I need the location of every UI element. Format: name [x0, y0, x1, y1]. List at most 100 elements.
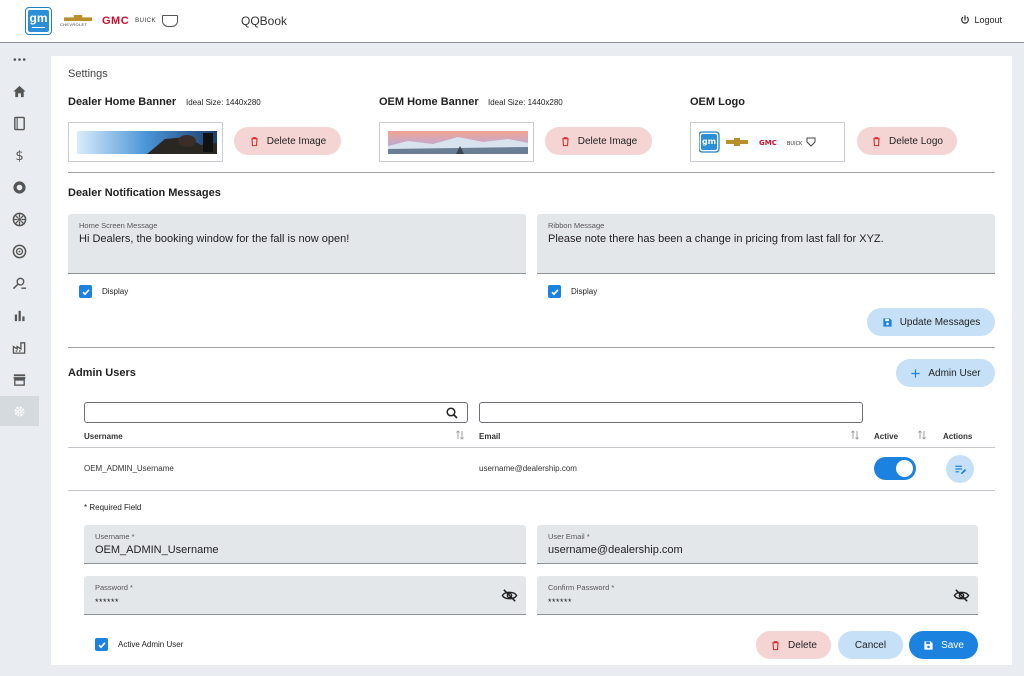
- sidebar-item-store[interactable]: [0, 364, 39, 394]
- sidebar-item-pricing[interactable]: $: [0, 140, 39, 170]
- save-button[interactable]: Save: [909, 631, 978, 659]
- dealer-banner-delete-button[interactable]: Delete Image: [234, 127, 341, 155]
- buick-logo: BUICK: [135, 18, 157, 24]
- cancel-button[interactable]: Cancel: [838, 631, 903, 659]
- table-row[interactable]: OEM_ADMIN_Username username@dealership.c…: [68, 448, 995, 490]
- edit-user-button[interactable]: [946, 455, 974, 483]
- table-row-divider: [68, 490, 995, 491]
- bar-chart-icon: [14, 310, 25, 321]
- update-messages-button[interactable]: Update Messages: [867, 308, 995, 336]
- active-toggle[interactable]: [874, 457, 916, 480]
- sidebar-item-rims[interactable]: [0, 236, 39, 266]
- admin-users-title: Admin Users: [68, 367, 136, 379]
- home-display-checkbox[interactable]: [79, 285, 92, 298]
- home-icon: [13, 85, 26, 97]
- active-admin-checkbox[interactable]: [95, 638, 108, 651]
- oem-banner-title: OEM Home Banner: [379, 96, 479, 108]
- email-value: username@dealership.com: [548, 544, 683, 556]
- confirm-password-field[interactable]: Confirm Password * ******: [537, 576, 978, 615]
- power-icon: [961, 15, 970, 24]
- ribbon-message-caption: Ribbon Message: [548, 221, 605, 230]
- chevrolet-logo: CHEVROLET: [60, 14, 96, 28]
- ribbon-message-field[interactable]: Ribbon Message Please note there has bee…: [537, 214, 995, 274]
- delete-user-label: Delete: [788, 639, 817, 651]
- eye-off-icon[interactable]: [501, 588, 518, 603]
- plus-icon: [911, 368, 920, 378]
- app-title: QQBook: [241, 14, 288, 28]
- svg-text:$: $: [15, 149, 23, 163]
- settings-card: Settings Dealer Home Banner Ideal Size: …: [51, 56, 1012, 665]
- check-icon: [97, 641, 106, 648]
- delete-user-button[interactable]: Delete: [756, 631, 831, 659]
- dealer-banner-delete-label: Delete Image: [266, 135, 327, 147]
- username-field[interactable]: Username * OEM_ADMIN_Username: [84, 525, 526, 564]
- sidebar-item-reports[interactable]: [0, 300, 39, 330]
- home-display-label: Display: [102, 287, 129, 296]
- more-dots-icon: [13, 57, 26, 61]
- ribbon-display-checkbox[interactable]: [548, 285, 561, 298]
- save-icon: [883, 317, 892, 327]
- password-field[interactable]: Password * ******: [84, 576, 526, 615]
- email-field[interactable]: User Email * username@dealership.com: [537, 525, 978, 564]
- oem-banner-delete-label: Delete Image: [577, 135, 638, 147]
- row-username: OEM_ADMIN_Username: [84, 464, 174, 473]
- email-search-input[interactable]: [479, 402, 863, 423]
- settings-icon: [14, 406, 25, 416]
- email-caption: User Email *: [548, 532, 590, 541]
- column-header-actions: Actions: [943, 432, 973, 441]
- dealer-banner-hint: Ideal Size: 1440x280: [186, 98, 261, 107]
- row-email: username@dealership.com: [479, 464, 577, 473]
- dealer-banner-preview: [68, 122, 223, 162]
- active-admin-label: Active Admin User: [118, 640, 184, 649]
- confirm-password-value: ******: [548, 597, 573, 607]
- save-icon: [924, 640, 933, 650]
- sort-icon[interactable]: [917, 429, 927, 441]
- add-admin-user-button[interactable]: Admin User: [896, 359, 995, 387]
- wheel-alt-icon: [12, 244, 27, 258]
- gm-logo[interactable]: gm: [25, 7, 52, 35]
- svg-text:BUICK: BUICK: [787, 141, 803, 147]
- store-icon: [13, 373, 26, 386]
- divider: [68, 172, 995, 173]
- check-icon: [550, 288, 559, 295]
- ribbon-display-label: Display: [571, 287, 598, 296]
- sidebar-item-tires[interactable]: [0, 172, 39, 202]
- username-value: OEM_ADMIN_Username: [95, 544, 219, 556]
- column-header-active[interactable]: Active: [874, 432, 898, 441]
- home-message-field[interactable]: Home Screen Message Hi Dealers, the book…: [68, 214, 526, 274]
- svg-text:gm: gm: [702, 137, 716, 146]
- notifications-title: Dealer Notification Messages: [68, 187, 221, 199]
- sidebar-item-home[interactable]: [0, 76, 39, 106]
- search-icon[interactable]: [446, 407, 458, 419]
- sidebar-item-book[interactable]: [0, 108, 39, 138]
- factory-icon: [12, 341, 26, 354]
- home-message-caption: Home Screen Message: [79, 221, 158, 230]
- sidebar-item-more[interactable]: [0, 44, 39, 74]
- dealer-banner-image: [77, 131, 217, 154]
- sidebar-item-dealers[interactable]: [0, 268, 39, 298]
- update-messages-label: Update Messages: [899, 316, 981, 328]
- username-search-input[interactable]: [84, 402, 468, 423]
- password-caption: Password *: [95, 583, 133, 592]
- sidebar-item-wheels[interactable]: [0, 204, 39, 234]
- sidebar-item-factory[interactable]: [0, 332, 39, 362]
- top-bar: gm CHEVROLET GMC BUICK QQBook Logout: [0, 0, 1024, 43]
- logout-button[interactable]: Logout: [960, 15, 1002, 25]
- ribbon-message-value: Please note there has been a change in p…: [548, 233, 884, 245]
- oem-logo-delete-button[interactable]: Delete Logo: [857, 127, 957, 155]
- check-icon: [81, 288, 90, 295]
- wheel-icon: [12, 212, 27, 226]
- oem-logo-preview: gm GMC BUICK: [690, 122, 845, 162]
- sidebar-item-settings[interactable]: [0, 396, 39, 426]
- gm-logo-text: gm: [29, 11, 48, 25]
- column-header-username[interactable]: Username: [84, 432, 123, 441]
- oem-banner-delete-button[interactable]: Delete Image: [545, 127, 652, 155]
- sort-icon[interactable]: [455, 429, 465, 441]
- column-header-email[interactable]: Email: [479, 432, 500, 441]
- trash-icon: [562, 136, 569, 146]
- add-admin-user-label: Admin User: [928, 367, 981, 379]
- eye-off-icon[interactable]: [953, 588, 970, 603]
- confirm-password-caption: Confirm Password *: [548, 583, 615, 592]
- trash-icon: [251, 136, 258, 146]
- sort-icon[interactable]: [850, 429, 860, 441]
